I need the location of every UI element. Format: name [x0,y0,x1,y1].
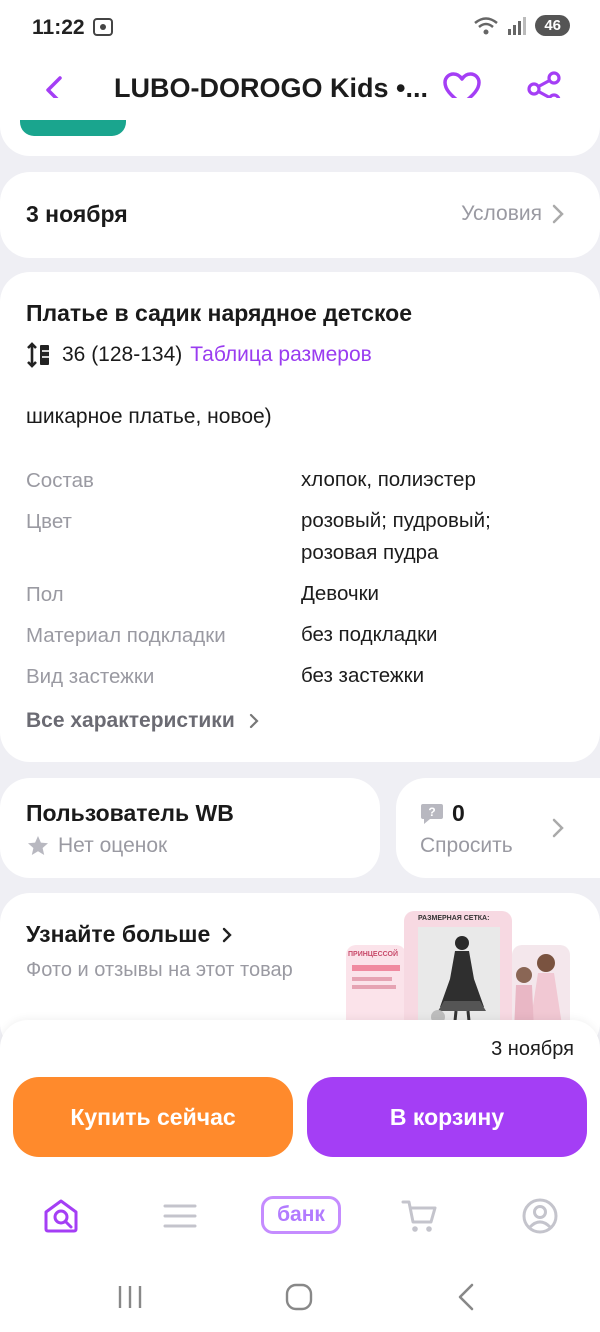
attr-value: без застежки [301,664,425,687]
thumbnail-caption: РАЗМЕРНАЯ СЕТКА: [418,915,490,922]
buy-now-button[interactable]: Купить сейчас [13,1077,293,1157]
signal-icon [508,16,527,35]
learn-more-title: Узнайте больше [26,921,211,947]
product-info-card: Платье в садик нарядное детское 36 (128-… [0,272,600,762]
chevron-right-icon [552,204,564,224]
teal-button-edge[interactable] [20,120,126,136]
delivery-date: 3 ноября [26,201,128,227]
wifi-icon [474,16,499,34]
tab-profile[interactable] [518,1194,562,1238]
size-row: 36 (128-134) Таблица размеров [26,342,372,368]
delivery-card: 3 ноября Условия [0,172,600,258]
cart-icon [401,1200,437,1232]
star-icon [28,836,48,855]
size-value: 36 (128-134) [62,343,183,366]
attr-value: Девочки [301,582,379,605]
tab-bank[interactable]: банк [261,1196,341,1234]
terms-link[interactable]: Условия [461,202,564,226]
action-delivery-date: 3 ноября [491,1038,574,1060]
tab-cart[interactable] [398,1194,442,1238]
status-bar: 11:22 46 [0,0,600,58]
terms-label: Условия [461,202,542,225]
attr-value: хлопок, полиэстер [301,468,476,491]
attr-value-line2: розовая пудра [301,541,439,564]
product-title: Платье в садик нарядное детское [26,300,413,326]
back-nav-icon[interactable] [452,1282,482,1312]
bottom-tab-bar: банк [0,1170,600,1260]
menu-lines-icon [163,1204,197,1228]
attr-key: Материал подкладки [26,624,226,647]
question-bubble-icon: ? [421,803,443,824]
size-table-link[interactable]: Таблица размеров [190,343,372,367]
status-indicators: 46 [473,15,570,36]
rating-text: Нет оценок [58,834,168,857]
attr-value: без подкладки [301,623,438,646]
recent-apps-icon[interactable] [115,1282,145,1312]
tab-home-search[interactable] [39,1194,83,1238]
chevron-right-icon [223,927,232,942]
svg-text:?: ? [428,805,435,819]
seller-name: Пользователь WB [26,800,234,826]
price-card-partial [0,98,600,156]
attr-key: Вид застежки [26,665,155,688]
learn-more-title-row: Узнайте больше [26,921,232,948]
tab-catalog[interactable] [158,1194,202,1238]
seller-card[interactable]: Пользователь WB Нет оценок [0,778,380,878]
all-attributes-label: Все характеристики [26,709,235,732]
chevron-right-icon [552,818,564,838]
profile-icon [522,1198,558,1234]
home-search-icon [44,1199,78,1233]
learn-more-subtitle: Фото и отзывы на этот товар [26,959,293,981]
questions-count: 0 [452,800,465,826]
action-panel: 3 ноября Купить сейчас В корзину [0,1020,600,1170]
screen-record-icon [93,18,113,36]
system-nav-bar [0,1260,600,1332]
product-description: шикарное платье, новое) [26,405,272,428]
attr-value: розовый; пудровый; [301,509,491,532]
thumbnail-caption: ПРИНЦЕССОЙ [348,951,398,958]
size-arrows-icon [27,342,49,368]
attr-key: Пол [26,583,64,606]
questions-card[interactable]: ? 0 Спросить [396,778,600,878]
questions-count-row: ? 0 [420,800,465,827]
network-badge: 46 [535,15,570,36]
attr-key: Цвет [26,510,72,533]
home-button-icon[interactable] [284,1282,314,1312]
ask-label: Спросить [420,834,513,857]
attr-key: Состав [26,469,94,492]
all-attributes-link[interactable]: Все характеристики [26,709,259,733]
seller-rating: Нет оценок [26,834,167,858]
add-to-cart-button[interactable]: В корзину [307,1077,587,1157]
status-time: 11:22 [32,16,85,39]
chevron-right-icon [249,713,259,729]
